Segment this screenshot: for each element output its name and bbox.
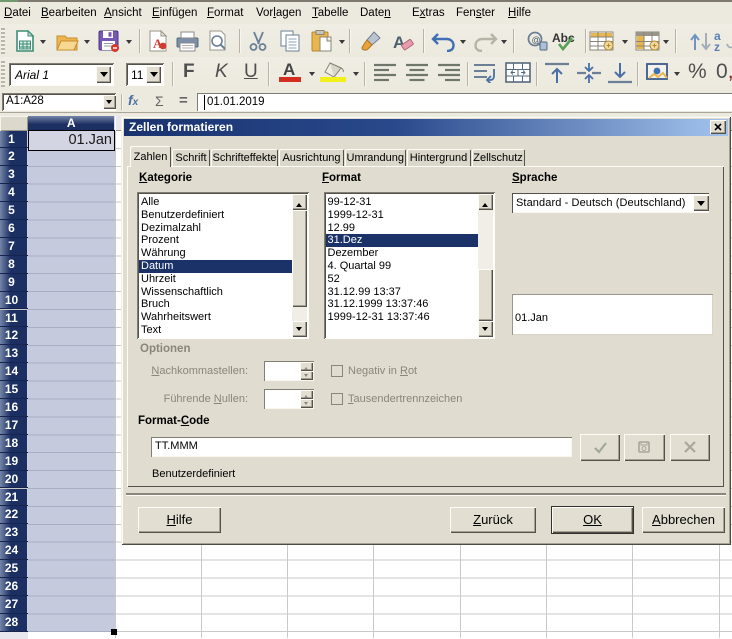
svg-text:@: @ [532,35,541,45]
svg-text:z: z [714,40,720,52]
